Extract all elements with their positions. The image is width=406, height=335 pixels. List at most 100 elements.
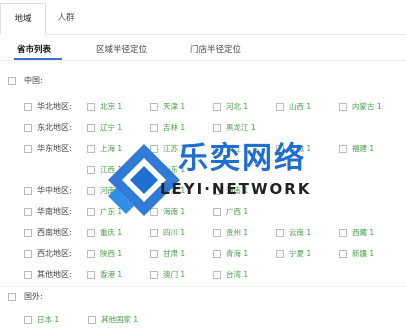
city-label: 江苏 1 — [163, 144, 186, 153]
city-label: 香港 1 — [100, 270, 123, 279]
city-checkbox[interactable] — [87, 103, 95, 111]
city-checkbox[interactable] — [339, 145, 347, 153]
country-label: 其他国家 1 — [101, 315, 139, 324]
city-checkbox[interactable] — [150, 208, 158, 216]
city-label: 浙江 1 — [226, 144, 249, 153]
city-checkbox[interactable] — [213, 250, 221, 258]
country-label: 日本 1 — [37, 315, 60, 324]
china-checkbox[interactable] — [8, 77, 16, 85]
city-checkbox[interactable] — [150, 271, 158, 279]
active-subtab-indicator — [14, 58, 62, 60]
city-checkbox[interactable] — [213, 208, 221, 216]
city-label: 内蒙古 1 — [352, 102, 382, 111]
city-checkbox[interactable] — [87, 271, 95, 279]
city-label: 福建 1 — [352, 144, 375, 153]
city-label: 西藏 1 — [352, 228, 375, 237]
city-label: 广东 1 — [100, 207, 123, 216]
tab-region[interactable]: 地域 — [0, 3, 46, 35]
subtab-store-radius[interactable]: 门店半径定位 — [190, 40, 241, 60]
city-label: 上海 1 — [100, 144, 123, 153]
city-checkbox[interactable] — [87, 250, 95, 258]
region-checkbox[interactable] — [24, 271, 32, 279]
city-label: 青海 1 — [226, 249, 249, 258]
subtab-divider — [0, 60, 406, 61]
region-label: 西南地区: — [37, 228, 72, 237]
city-label: 四川 1 — [163, 228, 186, 237]
city-checkbox[interactable] — [150, 187, 158, 195]
region-checkbox[interactable] — [24, 229, 32, 237]
city-checkbox[interactable] — [150, 250, 158, 258]
city-label: 天津 1 — [163, 102, 186, 111]
city-label: 河北 1 — [226, 102, 249, 111]
region-checkbox[interactable] — [24, 187, 32, 195]
region-checkbox[interactable] — [24, 145, 32, 153]
city-checkbox[interactable] — [276, 145, 284, 153]
country-checkbox[interactable] — [24, 316, 32, 324]
city-checkbox[interactable] — [87, 124, 95, 132]
region-checkbox[interactable] — [24, 250, 32, 258]
city-label: 山西 1 — [289, 102, 312, 111]
city-label: 辽宁 1 — [100, 123, 123, 132]
city-checkbox[interactable] — [150, 124, 158, 132]
region-label: 东北地区: — [37, 123, 72, 132]
subtab-area-radius[interactable]: 区域半径定位 — [96, 40, 147, 60]
city-checkbox[interactable] — [213, 229, 221, 237]
city-label: 贵州 1 — [226, 228, 249, 237]
city-checkbox[interactable] — [339, 229, 347, 237]
city-label: 云南 1 — [289, 228, 312, 237]
city-checkbox[interactable] — [213, 145, 221, 153]
region-label: 华东地区: — [37, 144, 72, 153]
section-divider — [0, 286, 406, 287]
country-checkbox[interactable] — [88, 316, 96, 324]
city-checkbox[interactable] — [87, 208, 95, 216]
city-label: 吉林 1 — [163, 123, 186, 132]
city-checkbox[interactable] — [87, 166, 95, 174]
region-checkbox[interactable] — [24, 103, 32, 111]
city-checkbox[interactable] — [87, 229, 95, 237]
city-label: 湖北 1 — [163, 186, 186, 195]
region-checkbox[interactable] — [24, 208, 32, 216]
city-checkbox[interactable] — [213, 124, 221, 132]
city-label: 海南 1 — [163, 207, 186, 216]
city-label: 湖南 1 — [226, 186, 249, 195]
city-label: 新疆 1 — [352, 249, 375, 258]
region-label: 其他地区: — [37, 270, 72, 279]
city-label: 北京 1 — [100, 102, 123, 111]
city-label: 台湾 1 — [226, 270, 249, 279]
abroad-label: 国外: — [24, 292, 43, 301]
city-label: 重庆 1 — [100, 228, 123, 237]
city-checkbox[interactable] — [87, 187, 95, 195]
city-checkbox[interactable] — [150, 229, 158, 237]
region-label: 华北地区: — [37, 102, 72, 111]
city-checkbox[interactable] — [213, 187, 221, 195]
region-label: 华中地区: — [37, 186, 72, 195]
city-label: 河南 1 — [100, 186, 123, 195]
city-checkbox[interactable] — [87, 145, 95, 153]
region-label: 西北地区: — [37, 249, 72, 258]
city-label: 安徽 1 — [289, 144, 312, 153]
city-checkbox[interactable] — [150, 103, 158, 111]
city-checkbox[interactable] — [213, 103, 221, 111]
china-label: 中国: — [24, 76, 43, 85]
city-label: 江西 1 — [100, 165, 123, 174]
city-label: 澳门 1 — [163, 270, 186, 279]
city-checkbox[interactable] — [339, 250, 347, 258]
subtab-province-list[interactable]: 省市列表 — [17, 40, 51, 60]
city-label: 广西 1 — [226, 207, 249, 216]
region-label: 华南地区: — [37, 207, 72, 216]
city-checkbox[interactable] — [276, 229, 284, 237]
city-label: 宁夏 1 — [289, 249, 312, 258]
region-checkbox[interactable] — [24, 124, 32, 132]
city-label: 陕西 1 — [100, 249, 123, 258]
city-checkbox[interactable] — [339, 103, 347, 111]
city-checkbox[interactable] — [150, 145, 158, 153]
city-checkbox[interactable] — [276, 250, 284, 258]
city-checkbox[interactable] — [150, 166, 158, 174]
city-checkbox[interactable] — [276, 103, 284, 111]
city-label: 黑龙江 1 — [226, 123, 256, 132]
city-label: 山东 1 — [163, 165, 186, 174]
tab-crowd[interactable]: 人群 — [46, 3, 86, 33]
city-label: 甘肃 1 — [163, 249, 186, 258]
abroad-checkbox[interactable] — [8, 293, 16, 301]
city-checkbox[interactable] — [213, 271, 221, 279]
